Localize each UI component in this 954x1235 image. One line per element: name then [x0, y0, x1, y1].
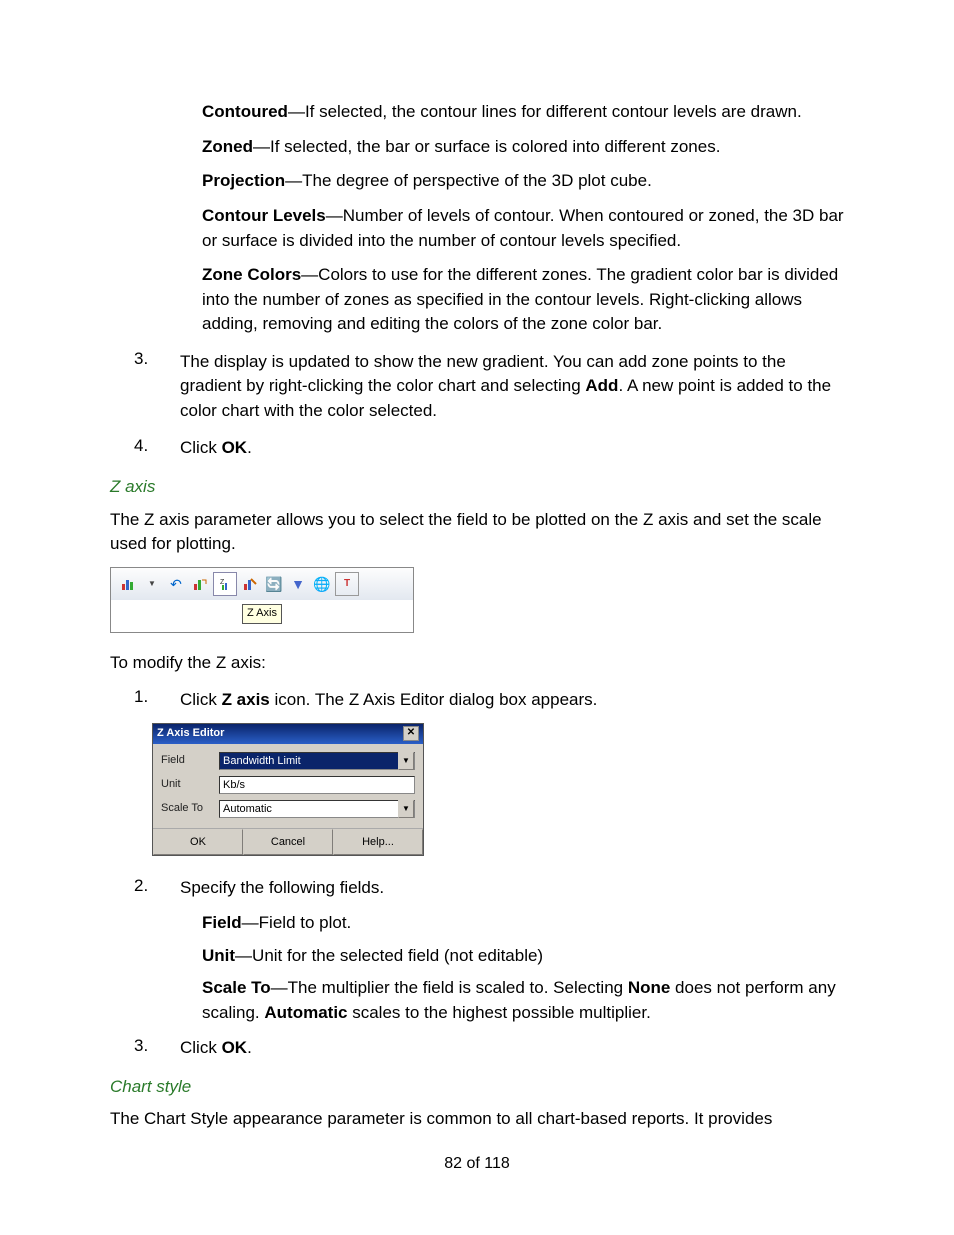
- step-number: 2.: [134, 874, 156, 899]
- z-axis-editor-dialog: Z Axis Editor ✕ Field Bandwidth Limit ▼ …: [152, 723, 424, 856]
- sub-definition-unit: Unit—Unit for the selected field (not ed…: [202, 944, 844, 969]
- dialog-titlebar: Z Axis Editor ✕: [153, 724, 423, 744]
- paragraph: The Chart Style appearance parameter is …: [110, 1107, 844, 1132]
- term: Contour Levels: [202, 206, 326, 225]
- redo-chart-icon[interactable]: [189, 573, 211, 595]
- cancel-button[interactable]: Cancel: [243, 829, 333, 855]
- dropdown-arrow-icon[interactable]: ▼: [141, 573, 163, 595]
- definition-text: —If selected, the bar or surface is colo…: [253, 137, 720, 156]
- field-dropdown[interactable]: Bandwidth Limit ▼: [219, 752, 415, 770]
- field-value: Bandwidth Limit: [223, 753, 301, 769]
- definition-text: —The multiplier the field is scaled to. …: [271, 978, 628, 997]
- svg-text:Z: Z: [220, 579, 225, 586]
- scale-to-dropdown[interactable]: Automatic ▼: [219, 800, 415, 818]
- step-number: 4.: [134, 434, 156, 459]
- step-text: icon. The Z Axis Editor dialog box appea…: [270, 690, 598, 709]
- step-3: 3. The display is updated to show the ne…: [134, 347, 844, 424]
- definition-contour-levels: Contour Levels—Number of levels of conto…: [202, 204, 844, 253]
- tooltip: Z Axis: [111, 600, 413, 632]
- chart-edit-icon[interactable]: [239, 573, 261, 595]
- sub-definition-scale-to: Scale To—The multiplier the field is sca…: [202, 976, 844, 1025]
- text-box-icon[interactable]: T: [335, 572, 359, 596]
- unit-value: Kb/s: [223, 777, 245, 793]
- z-axis-icon[interactable]: Z: [213, 572, 237, 596]
- refresh-icon[interactable]: 🔄: [263, 573, 285, 595]
- definition-projection: Projection—The degree of perspective of …: [202, 169, 844, 194]
- step-number: 1.: [134, 685, 156, 710]
- funnel-icon[interactable]: ▼: [287, 573, 309, 595]
- inline-bold: None: [628, 978, 671, 997]
- step-text: Click: [180, 1038, 222, 1057]
- step-number: 3.: [134, 347, 156, 372]
- inline-bold: Z axis: [222, 690, 270, 709]
- definition-zoned: Zoned—If selected, the bar or surface is…: [202, 135, 844, 160]
- dialog-title: Z Axis Editor: [157, 726, 224, 742]
- help-button[interactable]: Help...: [333, 829, 423, 855]
- toolbar-figure: ▼ ↶ Z 🔄 ▼ 🌐 T Z Axis: [110, 567, 414, 633]
- ok-button[interactable]: OK: [153, 829, 243, 855]
- paragraph: The Z axis parameter allows you to selec…: [110, 508, 844, 557]
- step-text: .: [247, 1038, 252, 1057]
- definition-contoured: Contoured—If selected, the contour lines…: [202, 100, 844, 125]
- document-page: Contoured—If selected, the contour lines…: [0, 0, 954, 1235]
- definition-zone-colors: Zone Colors—Colors to use for the differ…: [202, 263, 844, 337]
- term: Scale To: [202, 978, 271, 997]
- label-field: Field: [161, 753, 219, 769]
- section-heading-z-axis: Z axis: [110, 475, 844, 500]
- label-scale-to: Scale To: [161, 801, 219, 817]
- label-unit: Unit: [161, 777, 219, 793]
- inline-bold: Automatic: [264, 1003, 347, 1022]
- toolbar: ▼ ↶ Z 🔄 ▼ 🌐 T: [111, 568, 413, 600]
- z-step-2: 2. Specify the following fields.: [134, 874, 844, 901]
- chart-icon[interactable]: [117, 573, 139, 595]
- step-text: Click: [180, 438, 222, 457]
- inline-bold: OK: [222, 438, 248, 457]
- definition-text: —If selected, the contour lines for diff…: [288, 102, 802, 121]
- z-step-1: 1. Click Z axis icon. The Z Axis Editor …: [134, 685, 844, 712]
- step-text: .: [247, 438, 252, 457]
- section-heading-chart-style: Chart style: [110, 1075, 844, 1100]
- sub-definition-field: Field—Field to plot.: [202, 911, 844, 936]
- step-text: Click: [180, 690, 222, 709]
- inline-bold: OK: [222, 1038, 248, 1057]
- step-number: 3.: [134, 1034, 156, 1059]
- unit-field: Kb/s: [219, 776, 415, 794]
- term: Projection: [202, 171, 285, 190]
- definition-text: —Field to plot.: [242, 913, 352, 932]
- chevron-down-icon[interactable]: ▼: [398, 752, 414, 770]
- page-number: 82 of 118: [110, 1152, 844, 1175]
- tooltip-text: Z Axis: [242, 604, 282, 624]
- inline-bold: Add: [585, 376, 618, 395]
- term: Unit: [202, 946, 235, 965]
- z-step-3: 3. Click OK.: [134, 1034, 844, 1061]
- term: Zone Colors: [202, 265, 301, 284]
- chevron-down-icon[interactable]: ▼: [398, 800, 414, 818]
- step-4: 4. Click OK.: [134, 434, 844, 461]
- term: Zoned: [202, 137, 253, 156]
- term: Field: [202, 913, 242, 932]
- definition-text: —Unit for the selected field (not editab…: [235, 946, 543, 965]
- paragraph: To modify the Z axis:: [110, 651, 844, 676]
- definition-text: scales to the highest possible multiplie…: [348, 1003, 651, 1022]
- globe-icon[interactable]: 🌐: [311, 573, 333, 595]
- definition-text: —The degree of perspective of the 3D plo…: [285, 171, 652, 190]
- term: Contoured: [202, 102, 288, 121]
- undo-icon[interactable]: ↶: [165, 573, 187, 595]
- step-text: Specify the following fields.: [180, 878, 384, 897]
- close-icon[interactable]: ✕: [403, 726, 419, 741]
- scale-value: Automatic: [223, 801, 272, 817]
